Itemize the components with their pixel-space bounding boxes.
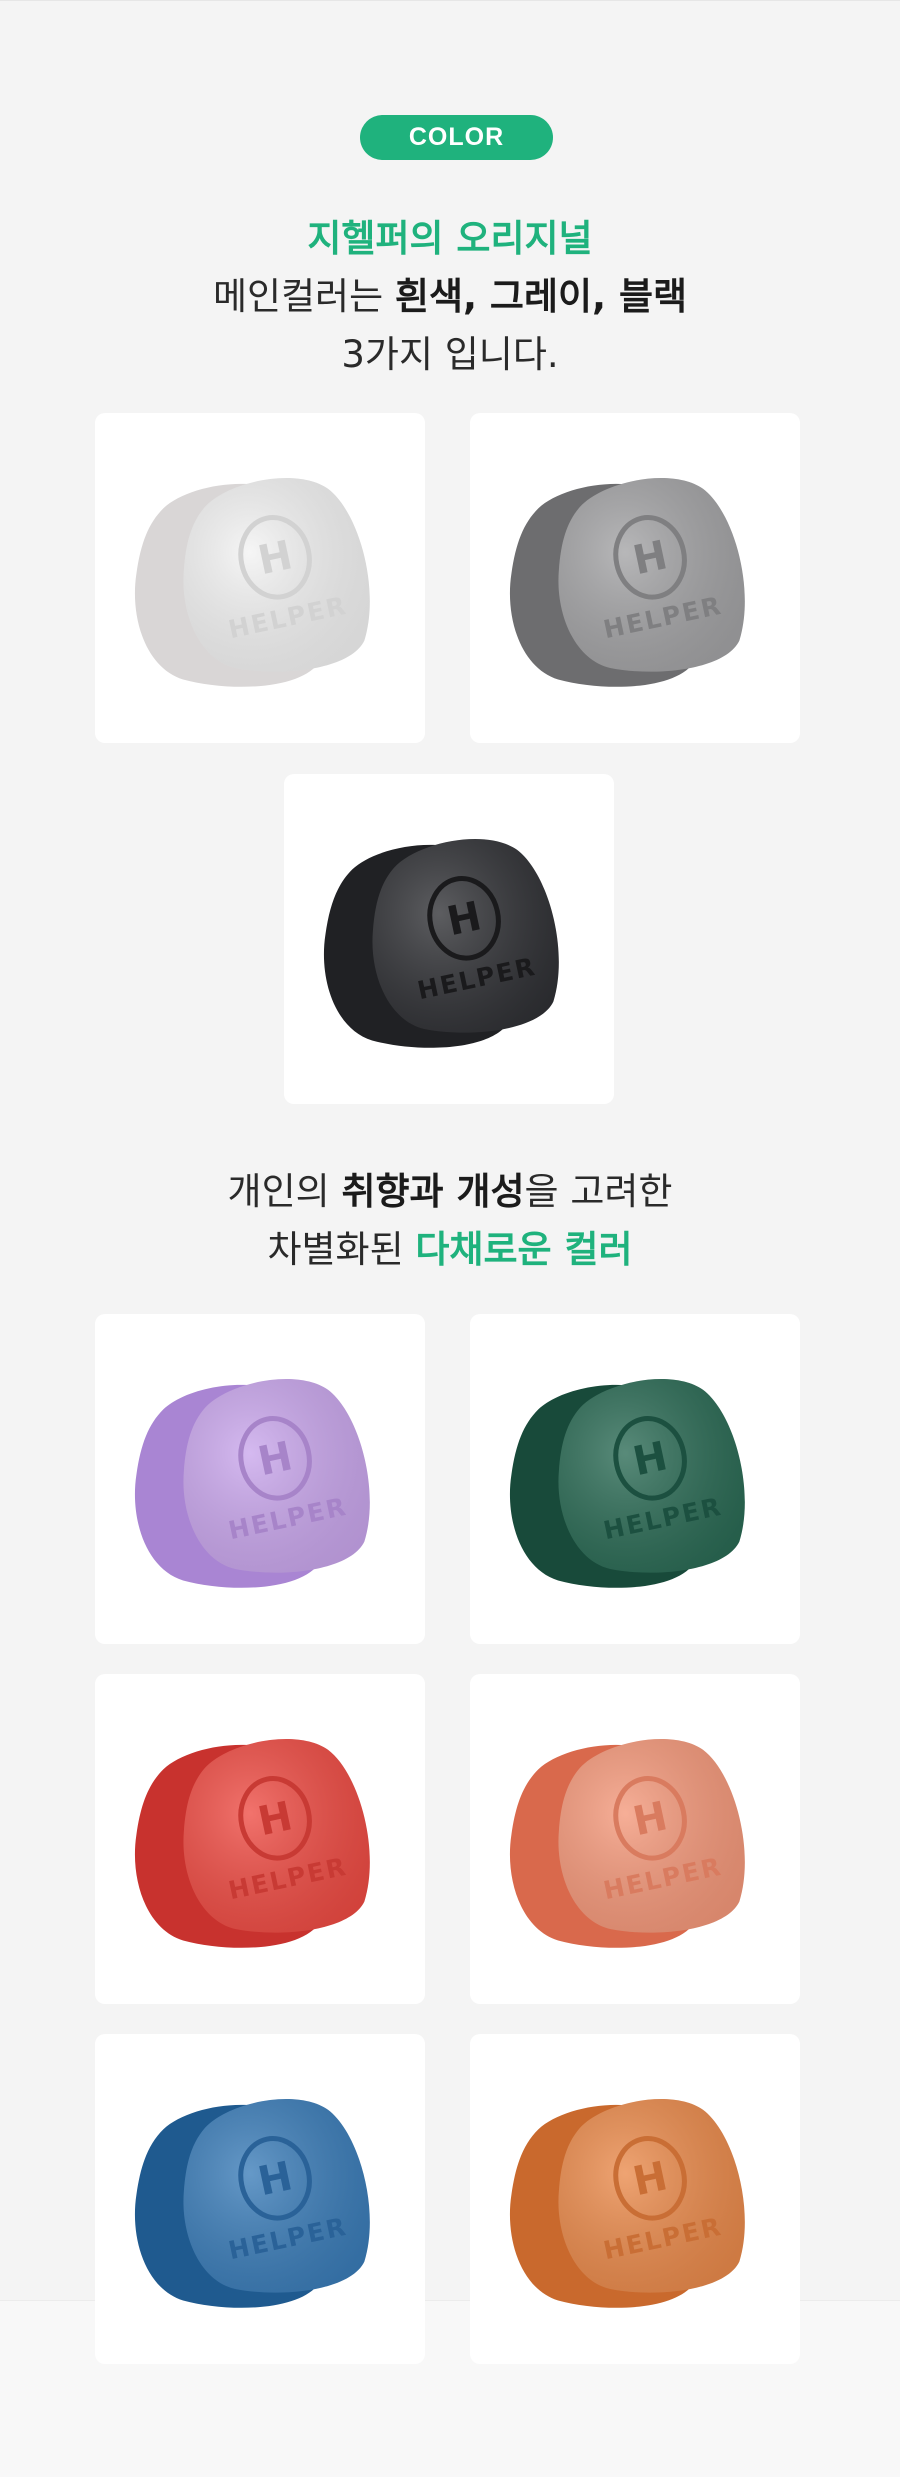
- heading-text: 을 고려한: [524, 1170, 673, 1213]
- product-card-orange: H HELPER: [470, 2034, 800, 2364]
- grip-illustration: HHELPER: [509, 1739, 745, 1948]
- product-card-white: H HELPER: [95, 413, 425, 743]
- heading-line-2: 메인컬러는 흰색, 그레이, 블랙: [0, 268, 900, 326]
- heading-green-text: 다채로운 컬러: [415, 1228, 633, 1271]
- variety-colors-heading: 개인의 취향과 개성을 고려한 차별화된 다채로운 컬러: [0, 1163, 900, 1279]
- heading-green-text: 지헬퍼의 오리지널: [307, 217, 593, 260]
- heading-text: 개인의: [227, 1170, 342, 1213]
- grip-illustration: HHELPER: [134, 2099, 370, 2308]
- heading-bold-text: 흰색, 그레이, 블랙: [394, 275, 688, 318]
- heading-text: 차별화된: [267, 1228, 416, 1271]
- heading-line-2: 차별화된 다채로운 컬러: [0, 1221, 900, 1279]
- grip-illustration: HHELPER: [509, 2099, 745, 2308]
- heading-line-1: 지헬퍼의 오리지널: [0, 210, 900, 268]
- grip-illustration: HHELPER: [509, 478, 745, 687]
- heading-text: 3가지 입니다.: [341, 333, 559, 376]
- heading-bold-text: 취향과 개성: [341, 1170, 525, 1213]
- heading-line-1: 개인의 취향과 개성을 고려한: [0, 1163, 900, 1221]
- grip-illustration: HHELPER: [134, 1379, 370, 1588]
- product-card-red: H HELPER: [95, 1674, 425, 2004]
- main-colors-heading: 지헬퍼의 오리지널 메인컬러는 흰색, 그레이, 블랙 3가지 입니다.: [0, 210, 900, 384]
- product-card-green: H HELPER: [470, 1314, 800, 1644]
- product-card-lavender: H HELPER: [95, 1314, 425, 1644]
- product-card-peach: H HELPER: [470, 1674, 800, 2004]
- product-card-blue: H HELPER: [95, 2034, 425, 2364]
- heading-text: 메인컬러는: [212, 275, 395, 318]
- color-badge: COLOR: [360, 115, 553, 160]
- grip-illustration: HHELPER: [509, 1379, 745, 1588]
- grip-illustration: HHELPER: [134, 478, 370, 687]
- product-card-black: H HELPER: [284, 774, 614, 1104]
- grip-illustration: HHELPER: [323, 839, 559, 1048]
- heading-line-3: 3가지 입니다.: [0, 326, 900, 384]
- top-divider: [0, 0, 900, 1]
- product-card-gray: H HELPER: [470, 413, 800, 743]
- grip-illustration: HHELPER: [134, 1739, 370, 1948]
